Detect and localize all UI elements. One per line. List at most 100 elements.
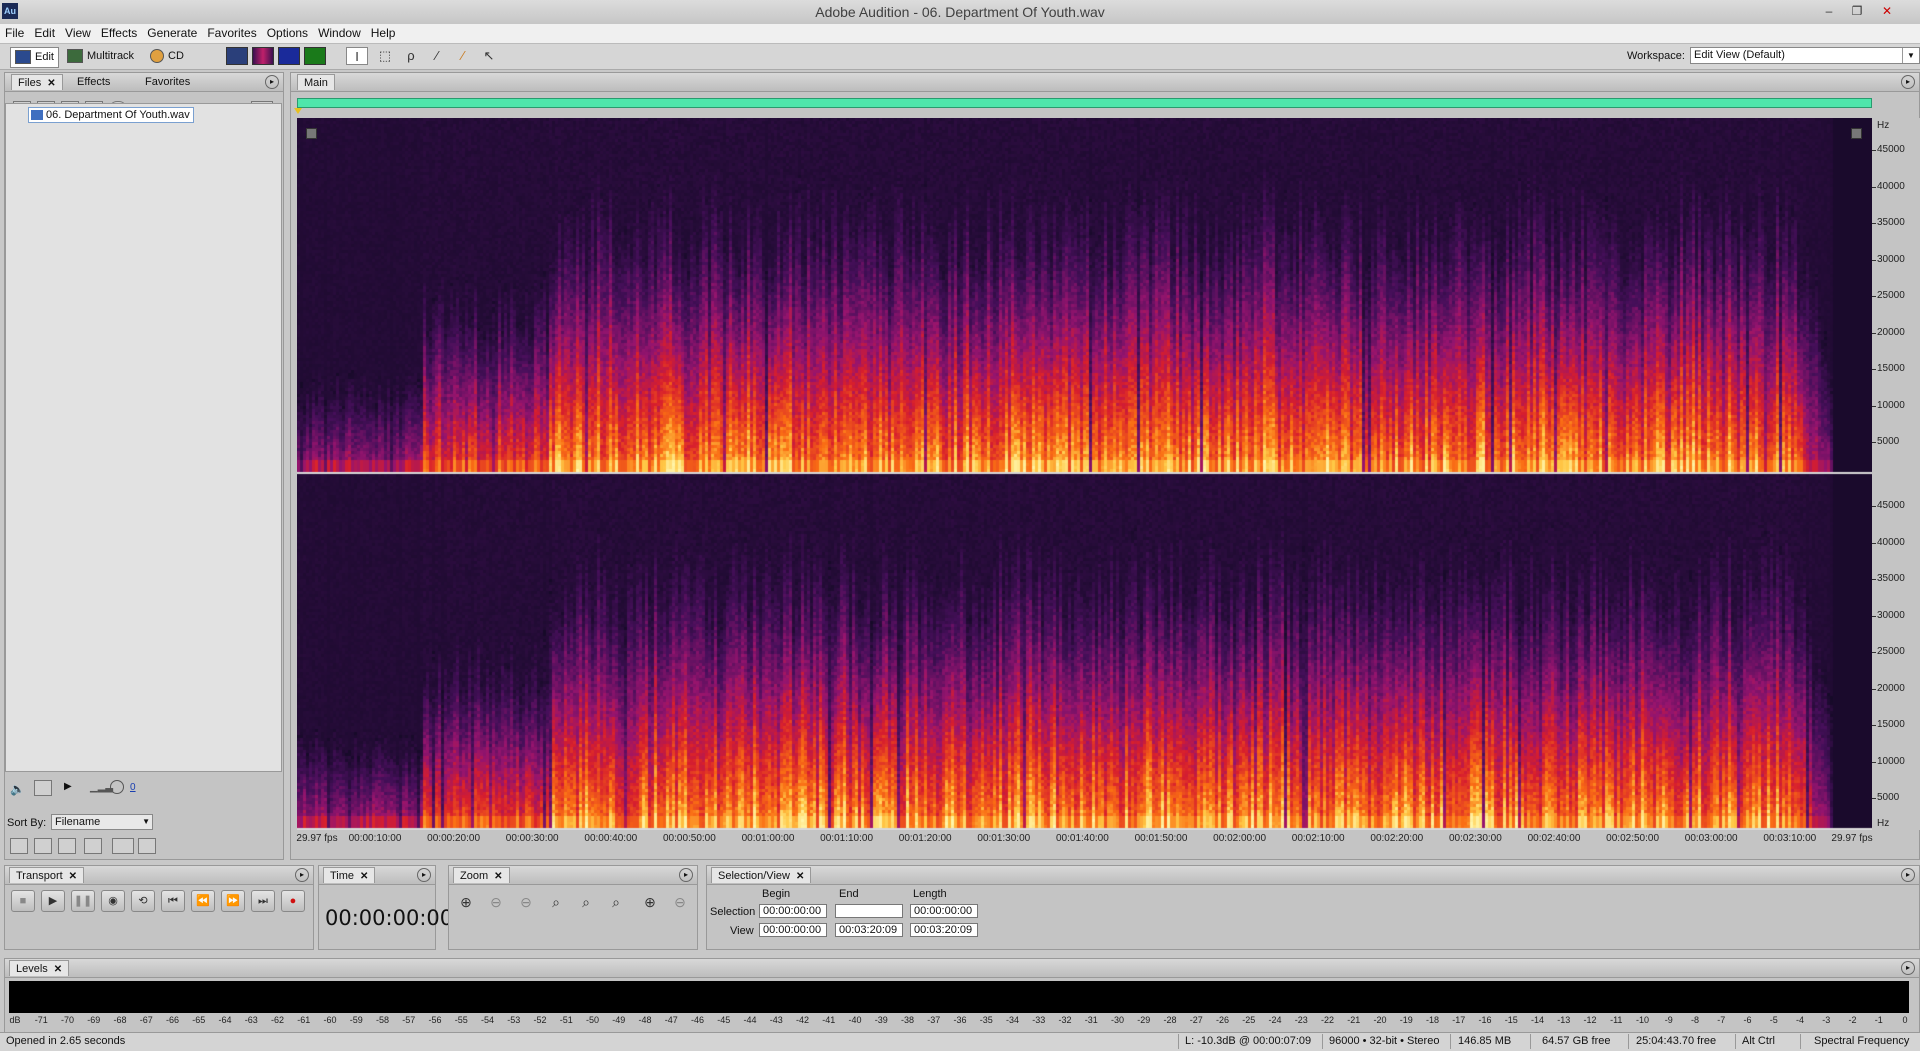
spectral-pan-icon[interactable] bbox=[278, 47, 300, 65]
begin-header: Begin bbox=[762, 888, 791, 900]
view-begin-field[interactable]: 00:00:00:00 bbox=[759, 923, 827, 937]
db-label: -19 bbox=[1399, 1015, 1413, 1025]
play-button[interactable]: ▶ bbox=[41, 890, 65, 912]
restore-button[interactable]: ❐ bbox=[1846, 2, 1868, 20]
zoom-out-full-icon[interactable]: ⊖ bbox=[515, 892, 537, 912]
zoom-to-selection-icon[interactable]: ⌕ bbox=[545, 892, 567, 912]
hz-label: 25000 bbox=[1877, 646, 1905, 657]
menu-file[interactable]: File bbox=[0, 24, 29, 43]
panel-menu-icon[interactable]: ▸ bbox=[1901, 961, 1915, 975]
panel-menu-icon[interactable]: ▸ bbox=[295, 868, 309, 882]
menu-window[interactable]: Window bbox=[313, 24, 366, 43]
speaker-icon[interactable]: 🔈 bbox=[10, 782, 25, 796]
close-icon[interactable]: ✕ bbox=[47, 78, 55, 89]
filter-video-icon[interactable] bbox=[58, 838, 76, 854]
panel-menu-icon[interactable]: ▸ bbox=[1901, 75, 1915, 89]
lasso-tool-icon[interactable]: ρ bbox=[400, 47, 422, 65]
menu-generate[interactable]: Generate bbox=[142, 24, 202, 43]
playhead-marker-icon[interactable] bbox=[294, 108, 302, 114]
menu-edit[interactable]: Edit bbox=[29, 24, 60, 43]
hz-tick bbox=[1872, 442, 1876, 443]
loop-play-button[interactable]: ⟲ bbox=[131, 890, 155, 912]
panel-menu-icon[interactable]: ▸ bbox=[265, 75, 279, 89]
tab-favorites[interactable]: Favorites bbox=[139, 74, 196, 90]
spectral-display-icon[interactable] bbox=[252, 47, 274, 65]
time-tick-label: 00:01:10:00 bbox=[820, 833, 874, 844]
sort-by-dropdown[interactable]: Filename ▼ bbox=[51, 814, 153, 830]
zoom-corner-left-icon[interactable] bbox=[306, 128, 317, 139]
zoom-corner-right-icon[interactable] bbox=[1851, 128, 1862, 139]
close-icon[interactable]: ✕ bbox=[54, 964, 62, 975]
zoom-in-horizontal-icon[interactable]: ⊕ bbox=[455, 892, 477, 912]
volume-value[interactable]: 0 bbox=[130, 782, 136, 793]
selection-length-field[interactable]: 00:00:00:00 bbox=[910, 904, 978, 918]
play-from-cursor-button[interactable]: ◉ bbox=[101, 890, 125, 912]
time-selection-tool-icon[interactable]: I bbox=[346, 47, 368, 65]
time-tick-label: 29.97 fps bbox=[296, 833, 338, 844]
multitrack-view-button[interactable]: Multitrack bbox=[67, 47, 134, 66]
zoom-to-right-edge-icon[interactable]: ⌕ bbox=[605, 892, 627, 912]
cd-view-button[interactable]: CD bbox=[150, 47, 184, 66]
fast-forward-button[interactable]: ⏩ bbox=[221, 890, 245, 912]
waveform-display-icon[interactable] bbox=[226, 47, 248, 65]
menu-view[interactable]: View bbox=[60, 24, 96, 43]
time-display: 00:00:00:00 bbox=[325, 906, 454, 930]
scrub-tool-icon[interactable]: ↖ bbox=[478, 47, 500, 65]
view-end-field[interactable]: 00:03:20:09 bbox=[835, 923, 903, 937]
zoom-to-left-edge-icon[interactable]: ⌕ bbox=[575, 892, 597, 912]
spectrogram-display[interactable] bbox=[297, 118, 1872, 830]
filter-midi-icon[interactable] bbox=[84, 838, 102, 854]
play-small-icon[interactable]: ▶ bbox=[64, 781, 72, 792]
auto-icon[interactable] bbox=[138, 838, 156, 854]
record-button[interactable]: ● bbox=[281, 890, 305, 912]
zoom-out-vertical-icon[interactable]: ⊖ bbox=[669, 892, 691, 912]
overview-timebar[interactable] bbox=[297, 98, 1872, 108]
close-icon[interactable]: ✕ bbox=[796, 871, 804, 882]
menu-effects[interactable]: Effects bbox=[96, 24, 142, 43]
filter-loop-icon[interactable] bbox=[34, 838, 52, 854]
close-icon[interactable]: ✕ bbox=[69, 871, 77, 882]
menu-help[interactable]: Help bbox=[366, 24, 401, 43]
hz-label: 25000 bbox=[1877, 290, 1905, 301]
volume-knob-icon[interactable] bbox=[110, 780, 124, 794]
selection-begin-field[interactable]: 00:00:00:00 bbox=[759, 904, 827, 918]
tab-main[interactable]: Main bbox=[297, 74, 335, 90]
db-label: -32 bbox=[1058, 1015, 1072, 1025]
brush-tool-icon[interactable]: ⁄ bbox=[426, 47, 448, 65]
db-label: -68 bbox=[113, 1015, 127, 1025]
close-button[interactable]: ✕ bbox=[1876, 2, 1898, 20]
workspace-dropdown[interactable]: Edit View (Default) ▼ bbox=[1690, 47, 1920, 64]
zoom-out-horizontal-icon[interactable]: ⊖ bbox=[485, 892, 507, 912]
db-label: -49 bbox=[612, 1015, 626, 1025]
edit-view-button[interactable]: Edit bbox=[10, 47, 59, 68]
list-item[interactable]: 06. Department Of Youth.wav bbox=[28, 107, 194, 123]
marquee-tool-icon[interactable]: ⬚ bbox=[374, 47, 396, 65]
tab-files-label: Files bbox=[18, 77, 42, 89]
pause-button[interactable]: ❚❚ bbox=[71, 890, 95, 912]
panel-menu-icon[interactable]: ▸ bbox=[679, 868, 693, 882]
tab-files[interactable]: Files ✕ bbox=[11, 74, 63, 90]
panel-menu-icon[interactable]: ▸ bbox=[1901, 868, 1915, 882]
view-length-field[interactable]: 00:03:20:09 bbox=[910, 923, 978, 937]
loop-icon[interactable] bbox=[34, 780, 52, 796]
menu-options[interactable]: Options bbox=[262, 24, 313, 43]
menu-favorites[interactable]: Favorites bbox=[202, 24, 261, 43]
minimize-button[interactable]: – bbox=[1818, 2, 1840, 20]
close-icon[interactable]: ✕ bbox=[360, 871, 368, 882]
zoom-in-vertical-icon[interactable]: ⊕ bbox=[639, 892, 661, 912]
stop-button[interactable]: ■ bbox=[11, 890, 35, 912]
db-label: -64 bbox=[218, 1015, 232, 1025]
go-to-start-button[interactable]: ⏮ bbox=[161, 890, 185, 912]
filter-audio-icon[interactable] bbox=[10, 838, 28, 854]
panel-menu-icon[interactable]: ▸ bbox=[417, 868, 431, 882]
selection-end-field[interactable] bbox=[835, 904, 903, 918]
rewind-button[interactable]: ⏪ bbox=[191, 890, 215, 912]
time-ruler[interactable]: 29.97 fps 00:00:10:00 00:00:20:00 00:00:30:… bbox=[296, 830, 1872, 846]
go-to-end-button[interactable]: ⏭ bbox=[251, 890, 275, 912]
show-full-path-icon[interactable] bbox=[112, 838, 134, 854]
tab-effects[interactable]: Effects bbox=[71, 74, 116, 90]
phase-display-icon[interactable] bbox=[304, 47, 326, 65]
status-message: Opened in 2.65 seconds bbox=[6, 1035, 126, 1047]
spot-healing-tool-icon[interactable]: ⁄ bbox=[452, 47, 474, 65]
close-icon[interactable]: ✕ bbox=[494, 871, 502, 882]
